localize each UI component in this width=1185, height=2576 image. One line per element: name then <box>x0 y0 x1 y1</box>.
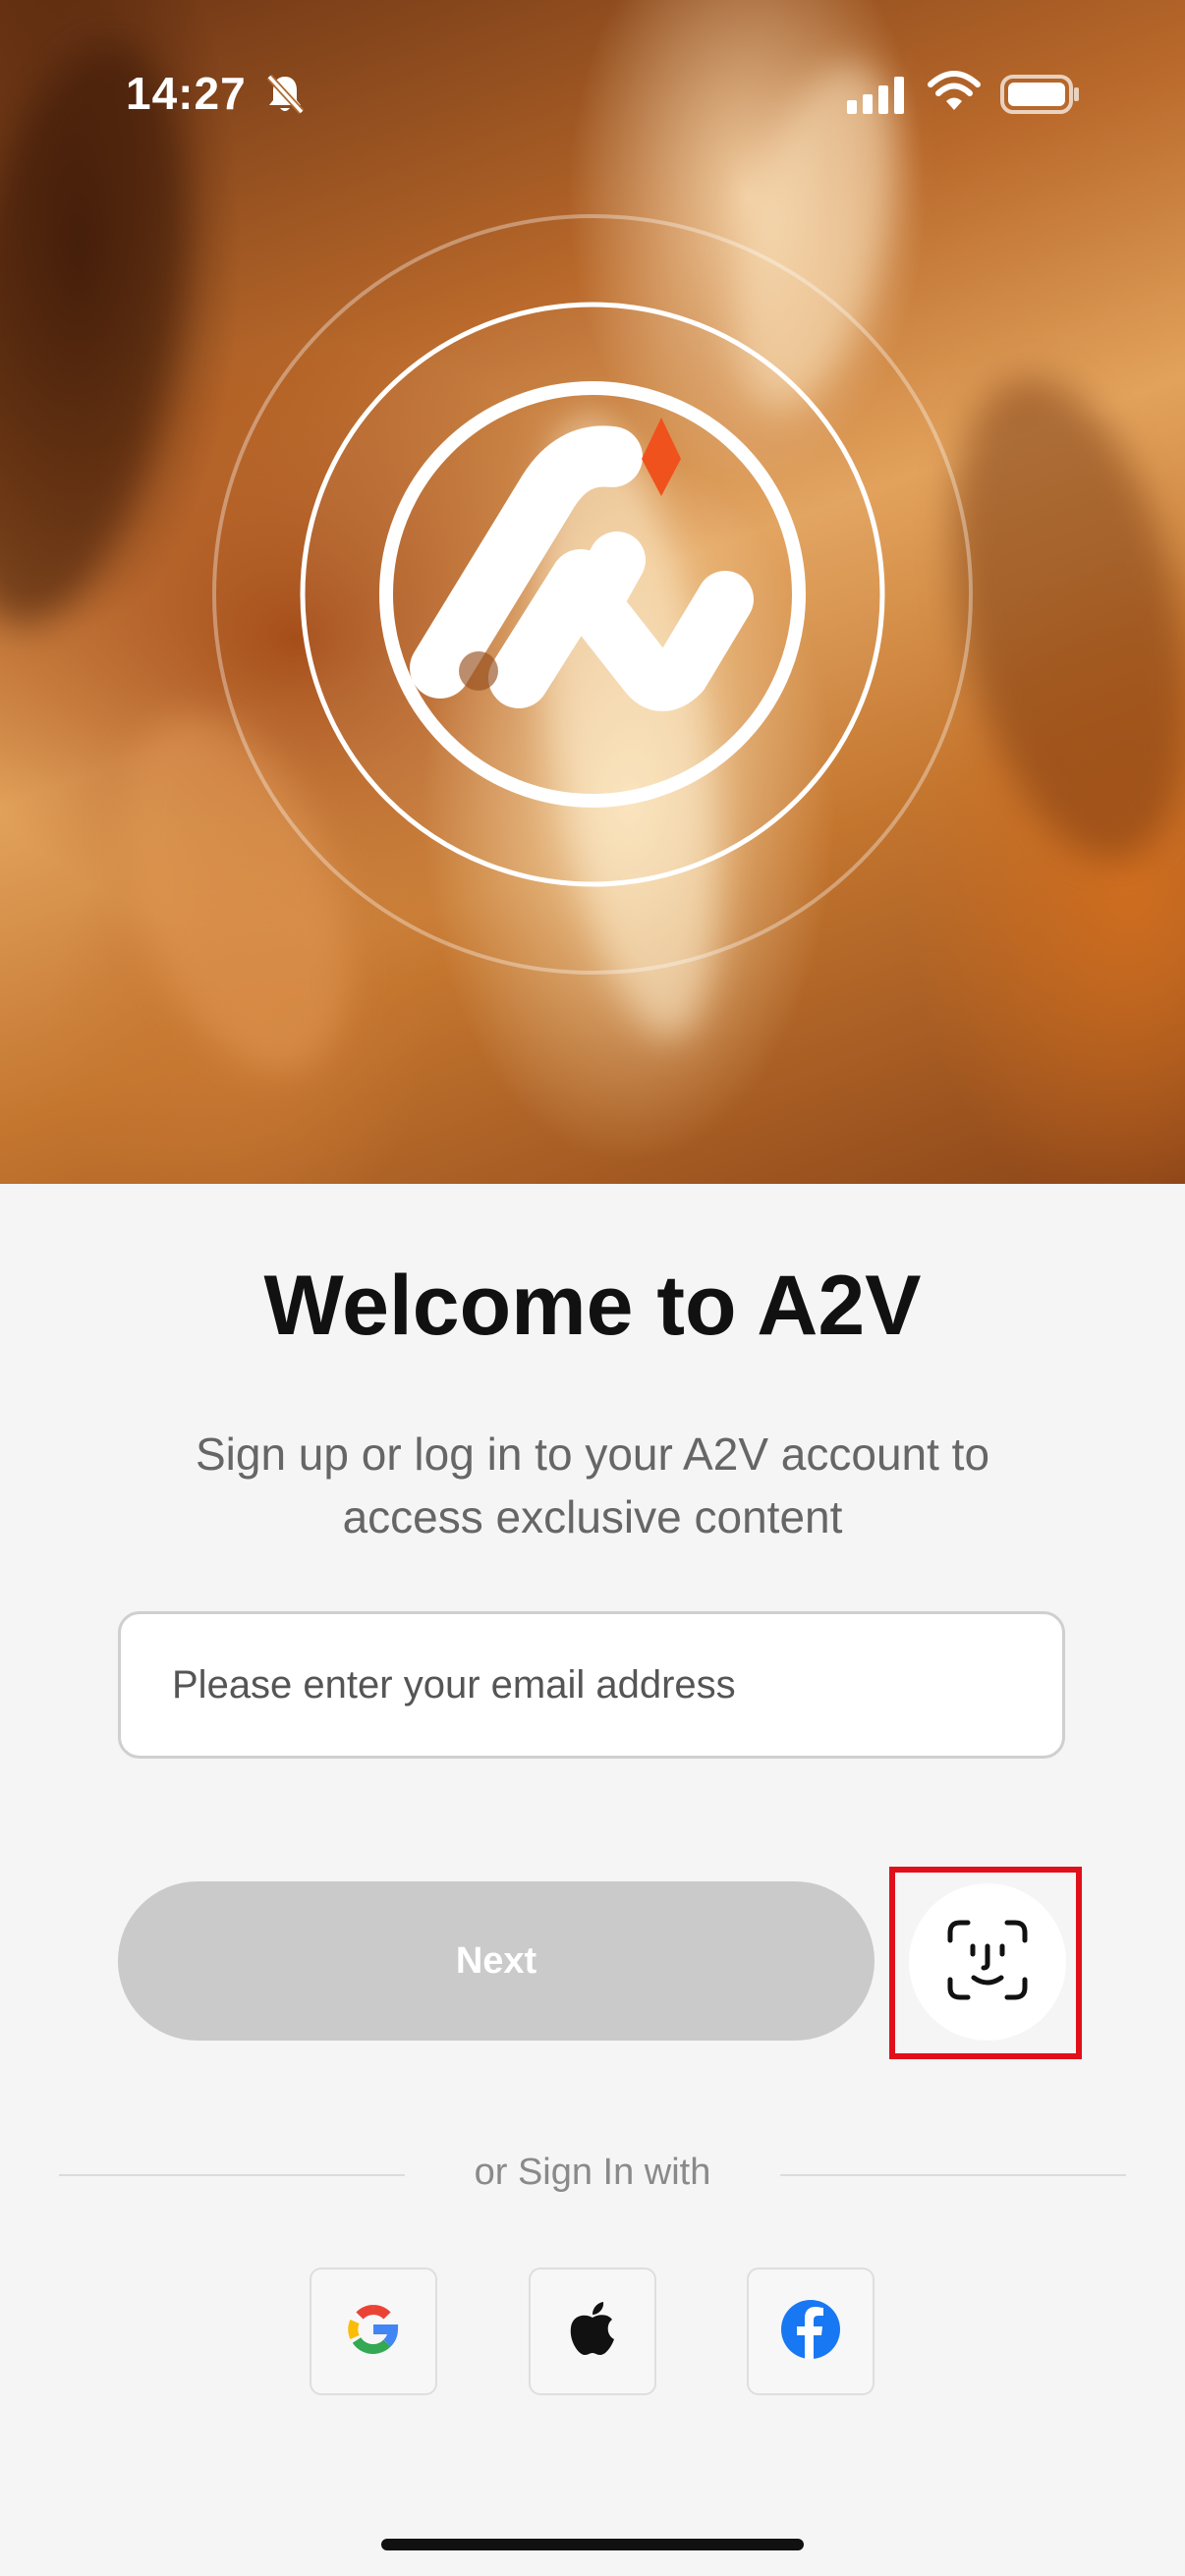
facebook-icon <box>779 2298 842 2366</box>
status-bar: 14:27 <box>0 0 1185 196</box>
status-time: 14:27 <box>126 68 247 119</box>
welcome-subtitle-line2: access exclusive content <box>342 1491 843 1542</box>
apple-sign-in-button[interactable] <box>529 2268 656 2395</box>
next-button[interactable]: Next <box>118 1881 875 2041</box>
sign-in-with-label: or Sign In with <box>474 2152 711 2193</box>
apple-icon <box>565 2300 620 2364</box>
face-id-icon <box>946 1919 1029 2006</box>
google-sign-in-button[interactable] <box>310 2268 437 2395</box>
google-icon <box>342 2298 405 2366</box>
facebook-sign-in-button[interactable] <box>747 2268 875 2395</box>
email-input[interactable] <box>118 1611 1065 1759</box>
divider-right <box>780 2174 1126 2176</box>
signal-icon <box>847 77 908 119</box>
wifi-icon <box>928 71 981 117</box>
face-id-button[interactable] <box>909 1883 1066 2041</box>
battery-icon <box>1000 75 1081 119</box>
welcome-subtitle-line1: Sign up or log in to your A2V account to <box>195 1428 990 1480</box>
bell-slash-icon <box>265 73 305 121</box>
a2v-logo <box>199 201 986 987</box>
welcome-title: Welcome to A2V <box>263 1259 922 1353</box>
welcome-subtitle: Sign up or log in to your A2V account to… <box>101 1423 1084 1548</box>
home-indicator[interactable] <box>381 2539 804 2550</box>
